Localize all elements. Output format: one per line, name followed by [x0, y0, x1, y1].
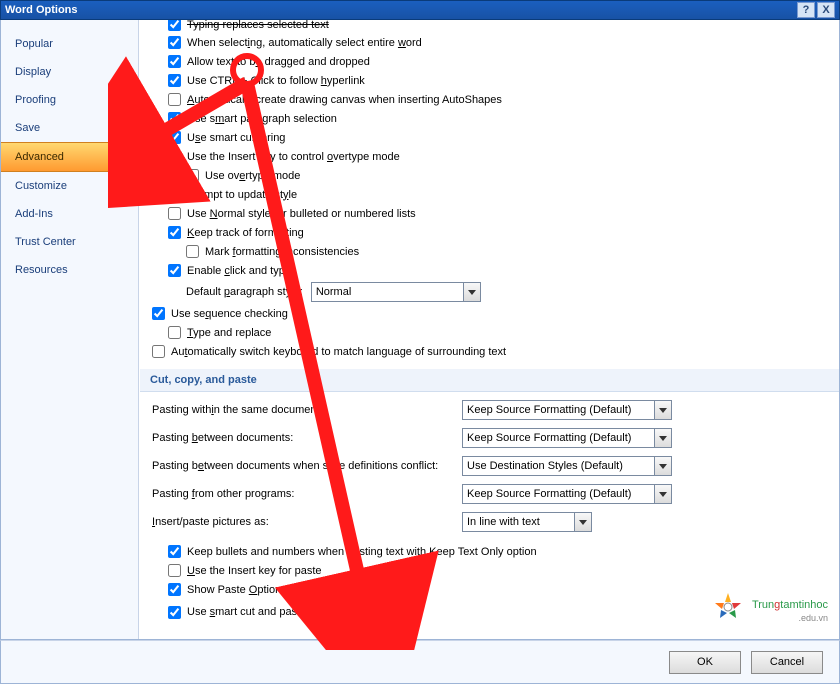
opt-def-para: Default paragraph style: Normal: [140, 280, 839, 304]
combo-default-para-style[interactable]: Normal: [311, 282, 481, 302]
chk-click-type[interactable]: [168, 264, 181, 277]
opt-typing-replaces: Typing replaces selected text: [140, 20, 839, 33]
chk-show-paste[interactable]: [168, 583, 181, 596]
nav-advanced[interactable]: Advanced: [1, 142, 139, 172]
combo-paste-between[interactable]: Keep Source Formatting (Default): [462, 428, 672, 448]
chk-when-selecting[interactable]: [168, 36, 181, 49]
chk-mark-incons[interactable]: [186, 245, 199, 258]
chk-normal-style[interactable]: [168, 207, 181, 220]
opt-smart-para: Use smart paragraph selection: [140, 109, 839, 128]
opt-click-type: Enable click and type: [140, 261, 839, 280]
cancel-button[interactable]: Cancel: [751, 651, 823, 674]
chevron-down-icon[interactable]: [575, 512, 592, 532]
opt-drag-drop: Allow text to be dragged and dropped: [140, 52, 839, 71]
opt-auto-keyboard: Automatically switch keyboard to match l…: [140, 342, 839, 361]
chk-insert-key[interactable]: [168, 150, 181, 163]
nav-popular[interactable]: Popular: [1, 30, 138, 58]
lbl-paste-pictures: Insert/paste pictures as:: [152, 516, 462, 528]
chk-drag-drop[interactable]: [168, 55, 181, 68]
settings-button[interactable]: Settings...: [318, 601, 393, 623]
chevron-down-icon[interactable]: [655, 400, 672, 420]
chk-auto-canvas[interactable]: [168, 93, 181, 106]
section-ccp: Cut, copy, and paste: [140, 369, 839, 392]
nav-display[interactable]: Display: [1, 58, 138, 86]
paste-grid: Pasting within the same document: Keep S…: [140, 400, 839, 532]
chevron-down-icon[interactable]: [655, 484, 672, 504]
chk-auto-keyboard[interactable]: [152, 345, 165, 358]
opt-mark-incons: Mark formatting inconsistencies: [140, 242, 839, 261]
chk-keep-bullets[interactable]: [168, 545, 181, 558]
chk-overtype[interactable]: [186, 169, 199, 182]
chk-typing-replaces[interactable]: [168, 20, 181, 31]
nav-save[interactable]: Save: [1, 114, 138, 142]
nav-customize[interactable]: Customize: [1, 172, 138, 200]
opt-keep-bullets: Keep bullets and numbers when pasting te…: [140, 542, 839, 561]
titlebar: Word Options ? X: [0, 0, 840, 20]
close-button[interactable]: X: [817, 2, 835, 18]
content-pane: Typing replaces selected text When selec…: [139, 20, 839, 639]
chk-smart-para[interactable]: [168, 112, 181, 125]
opt-seq-check: Use sequence checking: [140, 304, 839, 323]
opt-overtype: Use overtype mode: [140, 166, 839, 185]
sidebar: Popular Display Proofing Save Advanced C…: [1, 20, 139, 639]
opt-when-selecting: When selecting, automatically select ent…: [140, 33, 839, 52]
chk-smart-cursor[interactable]: [168, 131, 181, 144]
lbl-paste-within: Pasting within the same document:: [152, 404, 462, 416]
opt-insert-key: Use the Insert key to control overtype m…: [140, 147, 839, 166]
lbl-paste-conflict: Pasting between documents when style def…: [152, 460, 462, 472]
ok-button[interactable]: OK: [669, 651, 741, 674]
opt-insert-paste: Use the Insert key for paste: [140, 561, 839, 580]
opt-type-replace: Type and replace: [140, 323, 839, 342]
dialog-footer: OK Cancel: [0, 640, 840, 684]
combo-paste-pictures[interactable]: In line with text: [462, 512, 592, 532]
chk-ctrl-click[interactable]: [168, 74, 181, 87]
chk-prompt-style[interactable]: [168, 188, 181, 201]
nav-proofing[interactable]: Proofing: [1, 86, 138, 114]
chk-type-replace[interactable]: [168, 326, 181, 339]
help-button[interactable]: ?: [797, 2, 815, 18]
combo-paste-within[interactable]: Keep Source Formatting (Default): [462, 400, 672, 420]
chk-keep-track[interactable]: [168, 226, 181, 239]
chk-seq-check[interactable]: [152, 307, 165, 320]
chevron-down-icon[interactable]: [464, 282, 481, 302]
chevron-down-icon[interactable]: [655, 456, 672, 476]
opt-show-paste: Show Paste Options buttons: [140, 580, 839, 599]
nav-resources[interactable]: Resources: [1, 256, 138, 284]
opt-prompt-style: Prompt to update style: [140, 185, 839, 204]
chk-insert-paste[interactable]: [168, 564, 181, 577]
nav-addins[interactable]: Add-Ins: [1, 200, 138, 228]
dialog-body: Popular Display Proofing Save Advanced C…: [0, 20, 840, 640]
nav-trust[interactable]: Trust Center: [1, 228, 138, 256]
window-title: Word Options: [5, 4, 795, 16]
opt-ctrl-click: Use CTRL + Click to follow hyperlink: [140, 71, 839, 90]
opt-keep-track: Keep track of formatting: [140, 223, 839, 242]
combo-paste-conflict[interactable]: Use Destination Styles (Default): [462, 456, 672, 476]
lbl-paste-other: Pasting from other programs:: [152, 488, 462, 500]
chk-smart-cut[interactable]: [168, 606, 181, 619]
opt-normal-style: Use Normal style for bulleted or numbere…: [140, 204, 839, 223]
chevron-down-icon[interactable]: [655, 428, 672, 448]
opt-smart-cut: Use smart cut and paste Settings...: [140, 599, 839, 625]
opt-smart-cursor: Use smart cursoring: [140, 128, 839, 147]
lbl-paste-between: Pasting between documents:: [152, 432, 462, 444]
combo-paste-other[interactable]: Keep Source Formatting (Default): [462, 484, 672, 504]
opt-auto-canvas: Automatically create drawing canvas when…: [140, 90, 839, 109]
